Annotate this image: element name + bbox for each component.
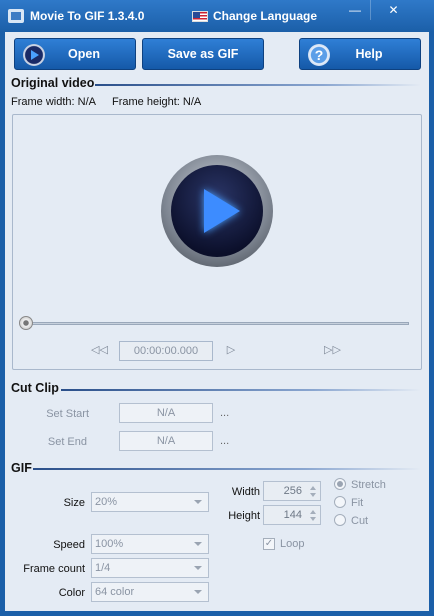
save-as-gif-label: Save as GIF (167, 47, 239, 61)
frame-count-label: Frame count (23, 563, 85, 575)
fit-radio[interactable] (334, 496, 346, 508)
original-video-divider (95, 84, 421, 86)
original-video-heading: Original video (11, 76, 95, 90)
size-value: 20% (95, 496, 118, 508)
help-button-label: Help (355, 47, 383, 61)
open-button[interactable]: Open (14, 38, 136, 70)
loop-label: Loop (280, 538, 305, 550)
spin-down-icon[interactable] (310, 493, 316, 497)
height-label: Height (228, 510, 260, 522)
close-button[interactable]: ✕ (370, 0, 416, 20)
gif-divider (33, 468, 421, 470)
loop-checkbox[interactable]: ✓ (263, 538, 275, 550)
width-spinner[interactable]: 256 (263, 481, 321, 501)
change-language-button[interactable]: Change Language (192, 7, 317, 25)
play-icon (171, 165, 263, 257)
play-small-icon[interactable]: ▷ (223, 344, 239, 356)
open-button-label: Open (68, 47, 100, 61)
rewind-icon[interactable]: ◁◁ (91, 344, 108, 356)
us-flag-icon (192, 10, 208, 22)
cut-clip-heading: Cut Clip (11, 381, 59, 395)
chevron-down-icon (194, 500, 202, 504)
width-label: Width (231, 486, 260, 498)
speed-value: 100% (95, 538, 124, 550)
frame-height-label: Frame height: N/A (112, 96, 202, 108)
change-language-label: Change Language (213, 9, 318, 23)
size-label: Size (63, 497, 85, 509)
spin-up-icon[interactable] (310, 486, 316, 490)
seek-bar[interactable] (27, 322, 409, 325)
fast-forward-icon[interactable]: ▷▷ (324, 344, 341, 356)
large-play-button[interactable] (161, 155, 273, 267)
width-value: 256 (283, 485, 302, 497)
color-value: 64 color (95, 586, 135, 598)
spin-up-icon[interactable] (310, 510, 316, 514)
chevron-down-icon (194, 542, 202, 546)
title-bar: Movie To GIF 1.3.4.0 Change Language — ✕ (0, 0, 434, 32)
color-label: Color (58, 587, 85, 599)
help-button[interactable]: ? Help (299, 38, 421, 70)
play-circle-icon (23, 44, 45, 66)
time-display: 00:00:00.000 (119, 341, 213, 361)
minimize-button[interactable]: — (340, 0, 370, 20)
cut-label: Cut (351, 515, 369, 527)
save-as-gif-button[interactable]: Save as GIF (142, 38, 264, 70)
cut-radio[interactable] (334, 514, 346, 526)
cut-clip-divider (61, 389, 421, 391)
height-spinner[interactable]: 144 (263, 505, 321, 525)
frame-count-value: 1/4 (95, 562, 111, 574)
frame-count-select[interactable]: 1/4 (91, 558, 209, 578)
chevron-down-icon (194, 566, 202, 570)
main-panel: Open Save as GIF ? Help Original video F… (5, 32, 429, 611)
seek-thumb[interactable] (19, 316, 33, 330)
color-select[interactable]: 64 color (91, 582, 209, 602)
set-end-field[interactable]: N/A (119, 431, 213, 451)
speed-select[interactable]: 100% (91, 534, 209, 554)
spin-down-icon[interactable] (310, 517, 316, 521)
fit-label: Fit (351, 497, 364, 509)
help-icon: ? (308, 44, 330, 66)
app-title: Movie To GIF 1.3.4.0 (30, 9, 145, 23)
chevron-down-icon (194, 590, 202, 594)
stretch-label: Stretch (351, 479, 386, 491)
set-start-browse[interactable]: ... (220, 407, 229, 419)
frame-width-label: Frame width: N/A (11, 96, 96, 108)
stretch-radio[interactable] (334, 478, 346, 490)
set-end-label: Set End (47, 436, 87, 448)
gif-heading: GIF (11, 461, 32, 475)
app-icon (8, 9, 24, 23)
size-select[interactable]: 20% (91, 492, 209, 512)
set-start-field[interactable]: N/A (119, 403, 213, 423)
set-start-label: Set Start (46, 408, 89, 420)
set-end-browse[interactable]: ... (220, 435, 229, 447)
video-preview: ◁◁ 00:00:00.000 ▷ ▷▷ (12, 114, 422, 370)
speed-label: Speed (53, 539, 85, 551)
height-value: 144 (283, 509, 302, 521)
